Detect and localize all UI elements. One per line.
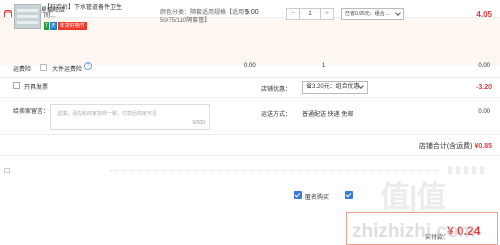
shop-subtotal: 店铺合计(含运费) ¥0.85 bbox=[419, 141, 492, 151]
decrement-button[interactable]: − bbox=[287, 9, 299, 19]
divider bbox=[0, 134, 500, 135]
shop-discount-label: 店铺优惠： bbox=[261, 87, 292, 93]
shop-subtotal-label: 店铺合计(含运费) bbox=[418, 143, 473, 150]
freight-insurance-total: 0.00 bbox=[478, 63, 490, 69]
freight-insurance-option: 大件运费险 bbox=[52, 67, 83, 73]
quantity-value[interactable]: 1 bbox=[299, 9, 321, 19]
anonymous-label: 匿名购买 bbox=[305, 195, 330, 201]
checkout-page: 店铺：七星猫旺店 【狂欢价】下水管道备件卫生间… 7 天 年货好物节 颜色分类：… bbox=[0, 0, 500, 245]
product-thumbnail[interactable] bbox=[14, 4, 41, 29]
product-title[interactable]: 【狂欢价】下水管道备件卫生间… bbox=[44, 4, 129, 20]
message-label: 给卖家留言： bbox=[13, 109, 50, 115]
option-checkbox[interactable] bbox=[345, 191, 353, 199]
product-tags: 7 天 年货好物节 bbox=[44, 22, 87, 30]
shipping-label: 运送方式： bbox=[261, 112, 292, 118]
invoice-label: 开具发票 bbox=[24, 85, 49, 91]
dotted-divider bbox=[110, 170, 440, 171]
line-total: 4.05 bbox=[476, 10, 492, 19]
watermark-url: zhizhizhi.com bbox=[352, 221, 476, 242]
anonymous-checkbox[interactable] bbox=[294, 191, 302, 199]
shop-subtotal-amount: ¥0.85 bbox=[474, 143, 492, 150]
watermark-logo: 值|值 bbox=[380, 181, 446, 214]
shop-icon bbox=[4, 5, 12, 18]
tag-badge: 7 bbox=[44, 22, 49, 30]
quantity-stepper[interactable]: − 1 + bbox=[286, 8, 334, 20]
help-icon[interactable]: ? bbox=[84, 62, 92, 70]
increment-button[interactable]: + bbox=[321, 9, 333, 19]
coupon-select-value: 已省0.95元：组合… bbox=[345, 11, 390, 17]
unit-price: 5.00 bbox=[245, 9, 259, 16]
chevron-down-icon bbox=[395, 10, 401, 16]
shop-discount-total: -3.20 bbox=[476, 84, 492, 91]
freight-insurance-qty: 1 bbox=[322, 63, 326, 69]
divider bbox=[0, 97, 500, 98]
tag-badge: 天 bbox=[49, 22, 57, 30]
freight-insurance-label: 运费险 bbox=[13, 67, 32, 73]
collapse-icon[interactable] bbox=[4, 168, 10, 173]
invoice-checkbox[interactable] bbox=[13, 82, 20, 89]
shipping-total: 0.00 bbox=[478, 109, 490, 115]
promo-badge: 年货好物节 bbox=[57, 22, 87, 30]
message-input[interactable]: 选填，请先和商家协商一致，付款后商家可见 0/200 bbox=[50, 104, 210, 130]
message-placeholder: 选填，请先和商家协商一致，付款后商家可见 bbox=[57, 111, 158, 117]
freight-insurance-price: 0.00 bbox=[244, 63, 256, 69]
divider bbox=[0, 77, 500, 78]
shop-discount-select[interactable]: 省3.20元：组合优惠 bbox=[302, 81, 368, 94]
shop-discount-value: 省3.20元：组合优惠 bbox=[306, 84, 360, 90]
divider bbox=[0, 155, 500, 156]
message-counter: 0/200 bbox=[192, 120, 205, 126]
coupon-select[interactable]: 已省0.95元：组合… bbox=[341, 8, 404, 20]
toolbar-icons bbox=[448, 166, 496, 174]
freight-insurance-checkbox[interactable] bbox=[40, 64, 47, 71]
shipping-method: 普通配送 快递 免邮 bbox=[302, 112, 354, 118]
